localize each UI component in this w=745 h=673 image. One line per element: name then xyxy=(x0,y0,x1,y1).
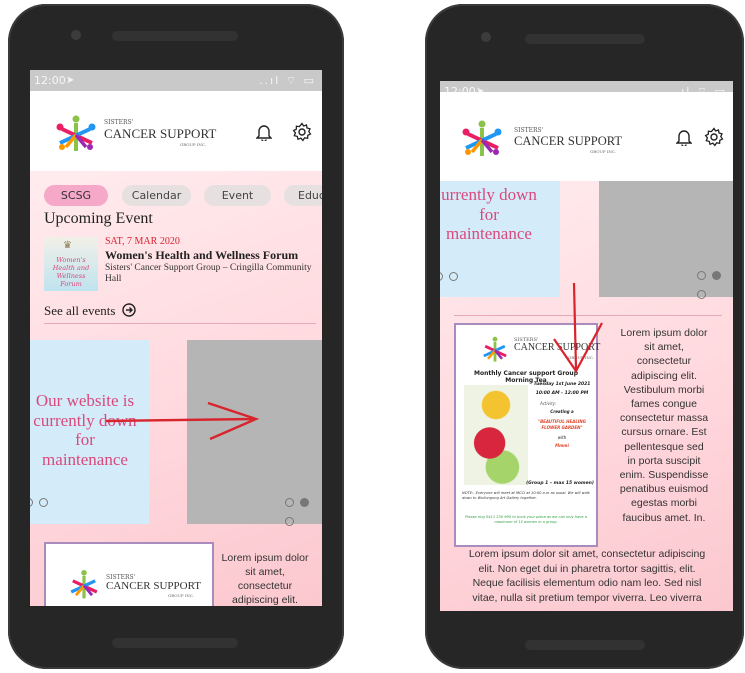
lorem-line: consectetur xyxy=(237,580,293,592)
lorem-line: in porta suscipit xyxy=(627,454,701,467)
logo-line-1: SISTERS' xyxy=(514,127,544,134)
ribbon-people-logo-icon xyxy=(462,120,502,156)
lorem-line: adipiscing elit. xyxy=(232,594,298,606)
maintenance-line-3: maintenance xyxy=(446,224,532,244)
see-all-events-label: See all events xyxy=(44,303,116,318)
poster-host: Mmmi xyxy=(555,443,569,448)
upcoming-event-heading: Upcoming Event xyxy=(44,210,153,227)
bottom-speaker xyxy=(525,640,645,650)
event-thumbnail-text: Women's Health and Wellness Forum xyxy=(52,256,90,288)
lorem-line: faucibus amet. In. xyxy=(622,511,706,524)
lorem-line: elit. Non eget dui in pharetra tortor sa… xyxy=(478,562,696,575)
tab-education[interactable]: Educat xyxy=(284,185,322,206)
poster-activity: Activity: xyxy=(540,401,557,406)
bottom-speaker xyxy=(112,638,238,648)
poster-rsvp: Please ring 0411 230 990 to book your pl… xyxy=(465,515,587,524)
poster-with: with xyxy=(557,435,567,440)
lorem-text-left: Lorem ipsum dolor sit amet, consectetur … xyxy=(212,551,318,606)
logo-line-3: GROUP INC. xyxy=(590,149,617,154)
maintenance-line-2: for xyxy=(479,204,499,224)
scsg-logo[interactable]: SISTERS' CANCER SUPPORT GROUP INC. xyxy=(458,118,648,158)
ribbon-people-logo-icon xyxy=(56,115,96,151)
lorem-line: sit amet, xyxy=(245,566,285,578)
front-camera xyxy=(481,32,491,42)
poster-garden: "BEAUTIFUL HEALING FLOWER GARDEN" xyxy=(537,419,586,430)
poster-logo: SISTERS' CANCER SUPPORT GROUP INC. xyxy=(64,568,204,602)
event-location: Sisters' Cancer Support Group – Cringill… xyxy=(105,263,312,284)
annotation-arrow-right xyxy=(105,401,260,441)
poster-group: (Group 1 – max 15 women) xyxy=(526,481,594,486)
event-thumbnail-crest-icon: ♛ xyxy=(63,240,72,251)
lorem-line: vitae, nulla sit pretium tempor viverra.… xyxy=(472,591,702,604)
arrow-circle-right-icon xyxy=(122,303,136,317)
poster-thumbnail[interactable]: SISTERS' CANCER SUPPORT GROUP INC. xyxy=(44,542,214,606)
status-time: 12:00 xyxy=(34,74,66,87)
gear-icon[interactable] xyxy=(292,122,312,142)
poster-note: NOTE:- Everyone will meet at MCCI at 10:… xyxy=(462,491,590,500)
see-all-events-link[interactable]: See all events xyxy=(44,303,136,319)
poster-logo-line-3: GROUP INC. xyxy=(168,593,195,598)
carousel-dots-b[interactable] xyxy=(697,265,733,303)
phone-frame-left: 12:00 ➤ ..ıl ⌔ ▭ SISTERS' CANCER SUPPORT… xyxy=(8,4,344,669)
app-header: SISTERS' CANCER SUPPORT GROUP INC. xyxy=(440,92,733,181)
lorem-line: adipiscing elit. xyxy=(631,369,697,382)
phone-screen-left: 12:00 ➤ ..ıl ⌔ ▭ SISTERS' CANCER SUPPORT… xyxy=(30,70,322,606)
tab-event[interactable]: Event xyxy=(204,185,271,206)
event-thumbnail[interactable]: ♛ Women's Health and Wellness Forum xyxy=(44,237,98,291)
bell-icon[interactable] xyxy=(256,123,272,141)
logo-line-1: SISTERS' xyxy=(104,119,134,126)
lorem-line: sit amet, xyxy=(644,341,684,354)
poster-logo-line-2: CANCER SUPPORT xyxy=(106,580,202,592)
poster-date: Tuesday 1st June 2021 xyxy=(533,382,591,387)
poster-logo-mark-icon xyxy=(483,336,507,362)
lorem-line: Neque facilisis elementum odio nam leo. … xyxy=(472,577,702,589)
lorem-line: penatibus euismod xyxy=(619,483,709,496)
maintenance-line-1: urrently down xyxy=(441,185,537,204)
lorem-line: egestas morbi xyxy=(631,497,697,510)
carousel-dots-a[interactable] xyxy=(440,266,464,285)
logo-line-2: CANCER SUPPORT xyxy=(514,134,622,148)
carousel-dots-a[interactable] xyxy=(30,492,54,511)
earpiece-speaker xyxy=(525,34,645,44)
maintenance-text: urrently down for maintenance xyxy=(440,185,548,244)
poster-creating: Creating a xyxy=(550,409,574,414)
lorem-line: Lorem ipsum dolor sit amet, consectetur … xyxy=(468,548,706,560)
bell-icon[interactable] xyxy=(676,128,692,146)
app-header: SISTERS' CANCER SUPPORT GROUP INC. xyxy=(30,91,322,171)
lorem-line: fames congue xyxy=(631,398,697,411)
earpiece-speaker xyxy=(112,31,238,41)
phone-frame-right: 12:00 ➤ ..ıl ⌔ ▭ SISTERS' xyxy=(425,4,744,669)
tab-calendar[interactable]: Calendar xyxy=(122,185,191,206)
carousel-card-grey[interactable] xyxy=(599,181,733,299)
logo-line-2: CANCER SUPPORT xyxy=(104,126,217,141)
maintenance-line-4: maintenance xyxy=(42,449,128,469)
lorem-line: pellentesque sed xyxy=(624,440,704,453)
location-icon: ➤ xyxy=(66,75,75,86)
tab-scsg[interactable]: SCSG xyxy=(44,185,108,206)
gear-icon[interactable] xyxy=(704,127,724,147)
lorem-text-right: Lorem ipsum dolor sit amet, consectetur … xyxy=(596,326,732,525)
logo-line-3: GROUP INC. xyxy=(180,142,207,147)
signal-wifi-battery-icons: ..ıl ⌔ ▭ xyxy=(259,74,316,87)
divider xyxy=(44,323,316,324)
status-bar: 12:00 ➤ ..ıl ⌔ ▭ xyxy=(30,70,322,91)
lorem-text-full: Lorem ipsum dolor sit amet, consectetur … xyxy=(446,547,728,605)
scsg-logo[interactable]: SISTERS' CANCER SUPPORT GROUP INC. xyxy=(52,113,242,153)
poster-flower-image xyxy=(464,385,528,485)
lorem-line: cursus ornare. Est xyxy=(621,426,707,439)
event-date: SAT, 7 MAR 2020 xyxy=(105,236,180,247)
lorem-line: enim. Suspendisse xyxy=(619,469,709,482)
poster-time: 10:00 AM - 12:00 PM xyxy=(535,391,589,396)
lorem-line: Lorem ipsum dolor xyxy=(221,552,309,564)
lorem-line: consectetur massa xyxy=(619,412,709,425)
maintenance-card[interactable]: urrently down for maintenance xyxy=(440,181,560,297)
poster-logo-mark-icon xyxy=(70,570,98,599)
lorem-line: Vestibulum morbi xyxy=(623,383,705,396)
phone-screen-right: 12:00 ➤ ..ıl ⌔ ▭ SISTERS' xyxy=(440,81,733,611)
carousel-dots-b[interactable] xyxy=(285,492,322,530)
event-title[interactable]: Women's Health and Wellness Forum xyxy=(105,248,298,263)
front-camera xyxy=(71,30,81,40)
lorem-line: Lorem ipsum dolor xyxy=(620,327,708,339)
lorem-line: consectetur xyxy=(636,355,692,368)
